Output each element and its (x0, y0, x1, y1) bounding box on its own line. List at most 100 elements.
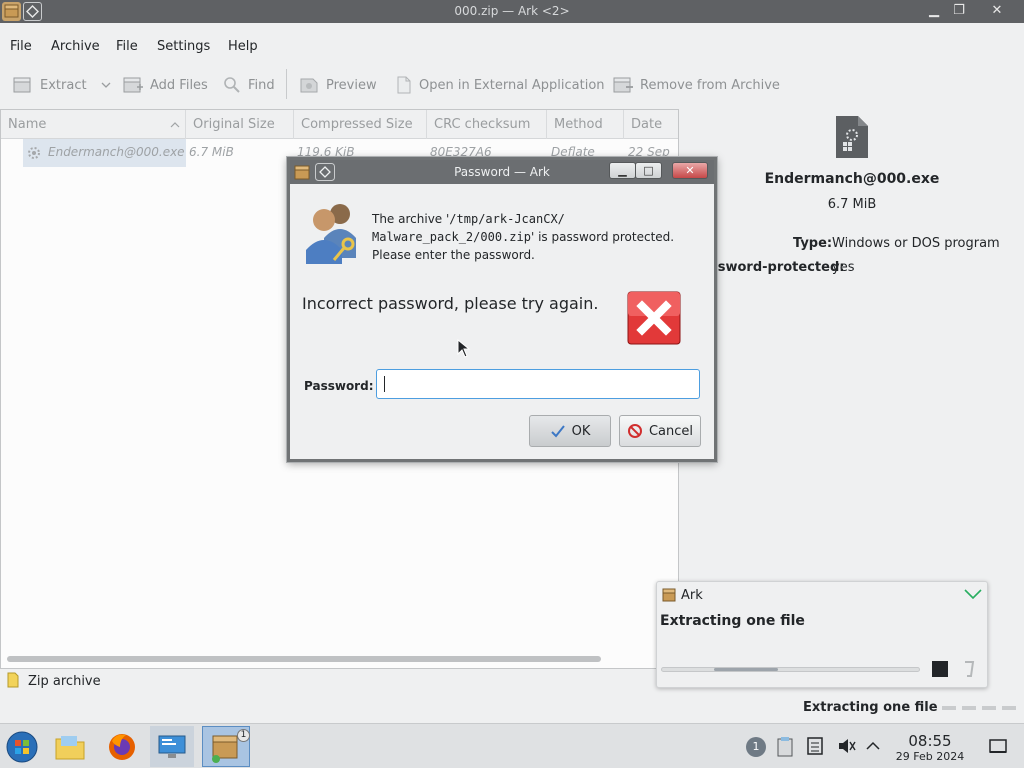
column-header-crc[interactable]: CRC checksum (427, 110, 547, 139)
cell-name: Endermanch@000.exe (48, 145, 185, 159)
extract-button[interactable]: Extract (12, 73, 113, 97)
taskbar-firefox[interactable] (100, 726, 144, 767)
password-dialog: Password — Ark ▁ □ ✕ The archive '/tmp/a… (287, 157, 717, 462)
text-caret (384, 376, 385, 392)
dialog-minimize-button[interactable]: ▁ (609, 162, 636, 179)
column-header-method[interactable]: Method (547, 110, 624, 139)
sort-chevron-icon (170, 122, 180, 128)
remove-from-archive-icon (613, 77, 633, 93)
maximize-button[interactable]: ❐ (947, 1, 971, 21)
start-menu-button[interactable] (0, 726, 44, 767)
password-input[interactable] (376, 369, 700, 399)
open-external-label: Open in External Application (419, 77, 605, 93)
notification-title: Extracting one file (660, 613, 805, 629)
add-files-label: Add Files (150, 77, 208, 93)
close-button[interactable]: ✕ (985, 1, 1009, 21)
pause-icon[interactable] (961, 659, 977, 679)
folder-icon (55, 735, 85, 759)
add-files-button[interactable]: Add Files (122, 73, 208, 97)
search-icon (224, 77, 240, 93)
cancel-button[interactable]: Cancel (619, 415, 701, 447)
taskbar-system-settings[interactable] (150, 726, 194, 767)
msg-line3: Please enter the password. (372, 248, 535, 262)
menu-file[interactable]: File (10, 39, 32, 54)
job-progress-bar (661, 667, 920, 672)
menu-settings[interactable]: Settings (157, 39, 210, 54)
extract-icon (13, 77, 31, 93)
window-title: 000.zip — Ark <2> (454, 4, 570, 18)
msg-suffix: ' is password protected. (530, 230, 675, 244)
main-toolbar: Extract Add Files Find Preview Open in E… (0, 68, 1024, 102)
settings-monitor-icon (158, 735, 186, 758)
clock-date: 29 Feb 2024 (895, 750, 965, 763)
cancel-label: Cancel (648, 423, 694, 439)
notification-app-name: Ark (681, 588, 703, 603)
start-orb-icon (6, 731, 38, 762)
ok-button[interactable]: OK (529, 415, 611, 447)
info-password-protected-label: ssword-protected: (710, 260, 845, 275)
executable-file-icon (836, 116, 868, 158)
open-external-button[interactable]: Open in External Application (395, 73, 605, 97)
info-password-protected-value: yes (832, 260, 855, 275)
info-filename: Endermanch@000.exe (764, 171, 940, 187)
collapse-chevron-icon[interactable] (963, 587, 983, 601)
preview-button[interactable]: Preview (298, 73, 377, 97)
task-manager-icon[interactable] (806, 736, 824, 756)
progress-indicator (714, 668, 778, 671)
chevron-up-icon[interactable] (864, 736, 882, 756)
error-x-icon (627, 291, 681, 345)
password-label: Password: (304, 379, 374, 393)
menu-help[interactable]: Help (228, 39, 258, 54)
dialog-maximize-button[interactable]: □ (635, 162, 662, 179)
column-header-original-size[interactable]: Original Size (186, 110, 294, 139)
cancel-icon (627, 424, 642, 438)
menu-file-2[interactable]: File (116, 39, 138, 54)
minimize-button[interactable]: ▁ (922, 1, 946, 21)
ok-label: OK (571, 423, 591, 439)
stop-icon[interactable] (932, 661, 948, 677)
find-button[interactable]: Find (222, 73, 275, 97)
cell-original-size: 6.7 MiB (189, 145, 234, 159)
remove-label: Remove from Archive (640, 77, 780, 93)
status-bar: Zip archive (0, 669, 679, 693)
msg-path-part2: Malware_pack_2/000.zip (372, 230, 531, 244)
job-notification: Ark Extracting one file (656, 581, 988, 688)
horizontal-scrollbar[interactable] (7, 656, 601, 662)
system-clock[interactable]: 08:55 29 Feb 2024 (890, 732, 970, 763)
column-header-date[interactable]: Date (624, 110, 678, 139)
job-summary-progress (942, 706, 1016, 710)
find-label: Find (248, 77, 275, 93)
firefox-icon (109, 733, 135, 760)
volume-muted-icon[interactable] (836, 736, 856, 756)
remove-from-archive-button[interactable]: Remove from Archive (612, 73, 780, 97)
msg-prefix: The archive ' (372, 212, 450, 226)
dialog-titlebar: Password — Ark ▁ □ ✕ (290, 160, 714, 184)
show-desktop-icon[interactable] (988, 736, 1008, 756)
list-header: Name Original Size Compressed Size CRC c… (1, 110, 678, 139)
menu-bar: File Archive File Settings Help (0, 23, 1024, 68)
info-type-label: Type: (793, 236, 833, 251)
clock-time: 08:55 (908, 732, 952, 750)
task-badge: 1 (237, 729, 250, 742)
column-header-compressed-size[interactable]: Compressed Size (294, 110, 427, 139)
preview-icon (300, 78, 318, 93)
mouse-cursor-icon (457, 339, 471, 358)
zip-archive-icon (7, 672, 19, 688)
dialog-message: The archive '/tmp/ark-JcanCX/ Malware_pa… (372, 210, 707, 264)
executable-icon (28, 147, 40, 159)
notification-count-badge[interactable]: 1 (746, 737, 766, 757)
document-icon (397, 76, 411, 94)
clipboard-icon[interactable] (776, 736, 794, 758)
column-name-label: Name (8, 117, 47, 132)
column-header-name[interactable]: Name (1, 110, 186, 139)
add-files-icon (123, 77, 143, 93)
ark-app-icon (662, 588, 676, 602)
taskbar-ark[interactable]: 1 (202, 726, 250, 767)
users-key-icon (306, 204, 356, 264)
taskbar-file-manager[interactable] (48, 726, 92, 767)
dialog-close-button[interactable]: ✕ (672, 162, 708, 179)
info-type-value: Windows or DOS program (832, 236, 1000, 251)
error-message: Incorrect password, please try again. (302, 294, 599, 313)
menu-archive[interactable]: Archive (51, 39, 100, 54)
chevron-down-icon[interactable] (99, 80, 113, 90)
